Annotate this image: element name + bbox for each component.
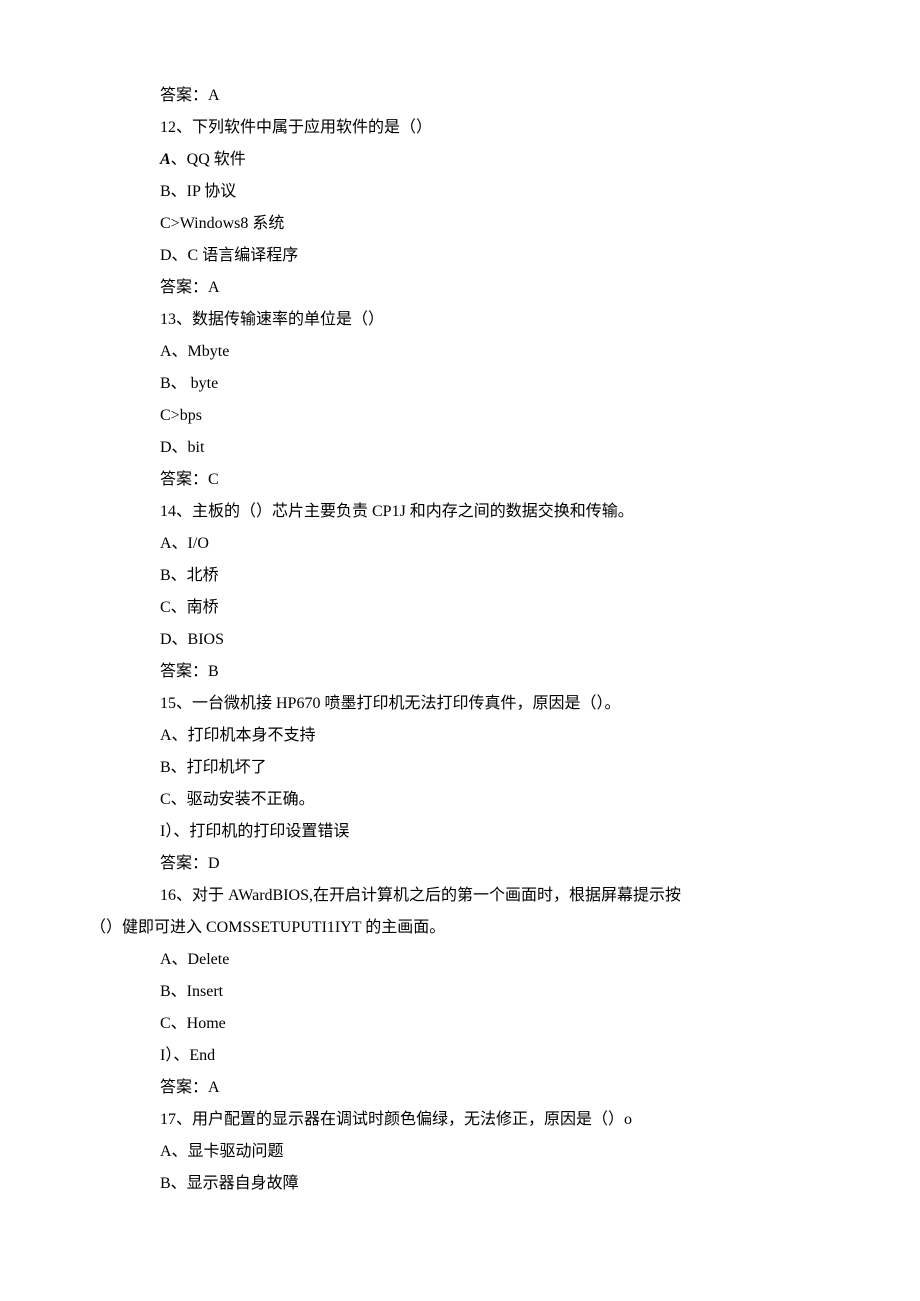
text-line: A、打印机本身不支持 [90,720,830,752]
text-line: 13、数据传输速率的单位是（） [90,304,830,336]
text-line: C>Windows8 系统 [90,208,830,240]
document-page: 答案：A12、下列软件中属于应用软件的是（）A、QQ 软件B、IP 协议C>Wi… [0,0,920,1301]
text-line: B、 byte [90,368,830,400]
text-line: B、北桥 [90,560,830,592]
text-line: A、显卡驱动问题 [90,1136,830,1168]
text-line: 答案：D [90,848,830,880]
text-line: 答案：A [90,1072,830,1104]
text-line: B、Insert [90,976,830,1008]
text-line: A、QQ 软件 [90,144,830,176]
text-line: I）、End [90,1040,830,1072]
document-content: 答案：A12、下列软件中属于应用软件的是（）A、QQ 软件B、IP 协议C>Wi… [90,80,830,1200]
text-line: C、驱动安装不正确。 [90,784,830,816]
text-line: 12、下列软件中属于应用软件的是（） [90,112,830,144]
text-line: B、IP 协议 [90,176,830,208]
text-line: C>bps [90,400,830,432]
text-line: 14、主板的（）芯片主要负责 CP1J 和内存之间的数据交换和传输。 [90,496,830,528]
text-line: C、南桥 [90,592,830,624]
text-line: 15、一台微机接 HP670 喷墨打印机无法打印传真件，原因是（）。 [90,688,830,720]
text-line: 答案：A [90,272,830,304]
text-line: D、bit [90,432,830,464]
text-line: B、打印机坏了 [90,752,830,784]
text-line: D、C 语言编译程序 [90,240,830,272]
text-line: I）、打印机的打印设置错误 [90,816,830,848]
text-line: 答案：B [90,656,830,688]
text-line: （）健即可进入 COMSSETUPUTI1IYT 的主画面。 [90,912,830,944]
text-line: B、显示器自身故障 [90,1168,830,1200]
text-line: 答案：C [90,464,830,496]
text-line: 17、用户配置的显示器在调试时颜色偏绿，无法修正，原因是（）o [90,1104,830,1136]
text-line: D、BIOS [90,624,830,656]
text-line: 答案：A [90,80,830,112]
text-line: 16、对于 AWardBIOS,在开启计算机之后的第一个画面时，根据屏幕提示按 [90,880,830,912]
text-line: A、Delete [90,944,830,976]
text-line: C、Home [90,1008,830,1040]
text-line: A、Mbyte [90,336,830,368]
text-line: A、I/O [90,528,830,560]
